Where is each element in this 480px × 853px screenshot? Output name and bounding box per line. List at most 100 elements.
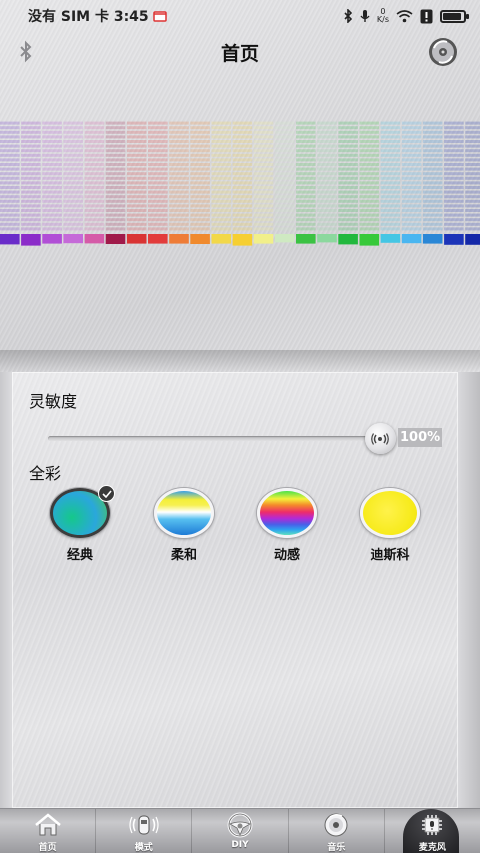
disc-button[interactable] [428, 37, 458, 67]
eq-segment [422, 144, 443, 148]
eq-segment [380, 130, 401, 134]
eq-segment [274, 181, 295, 185]
eq-segment [42, 149, 62, 153]
eq-segment [63, 195, 83, 199]
nav-home[interactable]: 首页 [0, 809, 97, 853]
eq-column [232, 121, 253, 246]
eq-segment [211, 209, 232, 212]
eq-segment [126, 163, 147, 166]
eq-segment [380, 218, 401, 222]
bluetooth-button[interactable] [14, 38, 38, 66]
eq-segment [274, 186, 295, 189]
eq-segment [126, 190, 147, 194]
eq-peak [380, 234, 401, 243]
eq-segment [380, 204, 401, 208]
eq-segment [105, 199, 126, 203]
eq-segment [253, 190, 274, 194]
carrier-time: 没有 SIM 卡 3:45 [28, 9, 149, 25]
eq-column [401, 121, 422, 244]
eq-segment [105, 176, 126, 180]
eq-segment [105, 140, 126, 143]
eq-segment [296, 144, 316, 148]
eq-segment [190, 140, 210, 143]
eq-segment [253, 186, 274, 189]
bottom-navigation: 首页 模式 DIY 音乐 麦克风 [0, 808, 480, 853]
eq-segment [338, 204, 358, 208]
mode-soft[interactable]: 柔和 [149, 488, 219, 563]
eq-segment [105, 121, 126, 125]
eq-segment [359, 218, 380, 222]
eq-segment [42, 167, 62, 171]
eq-segment [169, 163, 189, 166]
eq-segment [126, 126, 147, 130]
eq-segment [422, 135, 443, 139]
mode-dynamic[interactable]: 动感 [252, 488, 322, 563]
sensitivity-slider-handle[interactable] [364, 423, 396, 454]
eq-segment [148, 121, 168, 125]
eq-segment [401, 158, 422, 162]
mode-disco[interactable]: 迪斯科 [355, 488, 425, 563]
eq-segment [105, 213, 126, 217]
eq-segment [105, 130, 126, 134]
eq-segment [465, 167, 480, 171]
eq-segment [401, 153, 422, 157]
eq-segment [338, 227, 358, 231]
eq-segment [465, 195, 480, 199]
nav-diy[interactable]: DIY [192, 809, 289, 853]
eq-segment [422, 153, 443, 157]
eq-segment [296, 176, 316, 180]
eq-segment [380, 176, 401, 180]
eq-segment [148, 176, 168, 180]
network-speed: 0 K/s [377, 8, 389, 24]
eq-segment [274, 190, 295, 194]
eq-segment [169, 149, 189, 153]
eq-segment [380, 167, 401, 171]
mode-classic[interactable]: 经典 [45, 485, 115, 563]
eq-segment [105, 172, 126, 176]
eq-segment [0, 167, 20, 171]
eq-segment [0, 176, 20, 180]
eq-segment [63, 199, 83, 203]
eq-segment [169, 153, 189, 157]
battery-level [443, 12, 461, 20]
eq-segment [317, 163, 337, 166]
eq-segment [84, 153, 105, 157]
eq-segment [169, 135, 189, 139]
eq-segment [317, 176, 337, 180]
nav-microphone[interactable]: 麦克风 [385, 809, 480, 853]
eq-column [253, 121, 274, 244]
eq-peak [444, 234, 464, 245]
eq-segment [274, 209, 295, 212]
eq-segment [444, 190, 464, 194]
eq-peak [169, 234, 189, 244]
eq-segment [401, 186, 422, 189]
eq-segment [148, 195, 168, 199]
eq-segment [359, 121, 380, 125]
eq-segment [232, 186, 253, 189]
eq-segment [42, 140, 62, 143]
eq-segment [169, 209, 189, 212]
sensitivity-slider[interactable] [48, 436, 380, 441]
eq-segment [63, 121, 83, 125]
eq-segment [274, 153, 295, 157]
eq-segment [42, 213, 62, 217]
eq-segment [380, 222, 401, 226]
eq-segment [211, 126, 232, 130]
eq-segment [126, 144, 147, 148]
eq-segment [190, 195, 210, 199]
eq-segment [317, 144, 337, 148]
eq-segment [422, 176, 443, 180]
eq-segment [253, 144, 274, 148]
eq-segment [0, 135, 20, 139]
eq-segment [359, 209, 380, 212]
equalizer-display [0, 72, 480, 352]
eq-segment [84, 126, 105, 130]
eq-segment [296, 158, 316, 162]
eq-segment [253, 121, 274, 125]
eq-column [21, 121, 41, 246]
nav-music[interactable]: 音乐 [289, 809, 385, 853]
eq-segment [359, 158, 380, 162]
eq-segment [422, 227, 443, 231]
eq-segment [21, 199, 41, 203]
nav-mode[interactable]: 模式 [96, 809, 193, 853]
